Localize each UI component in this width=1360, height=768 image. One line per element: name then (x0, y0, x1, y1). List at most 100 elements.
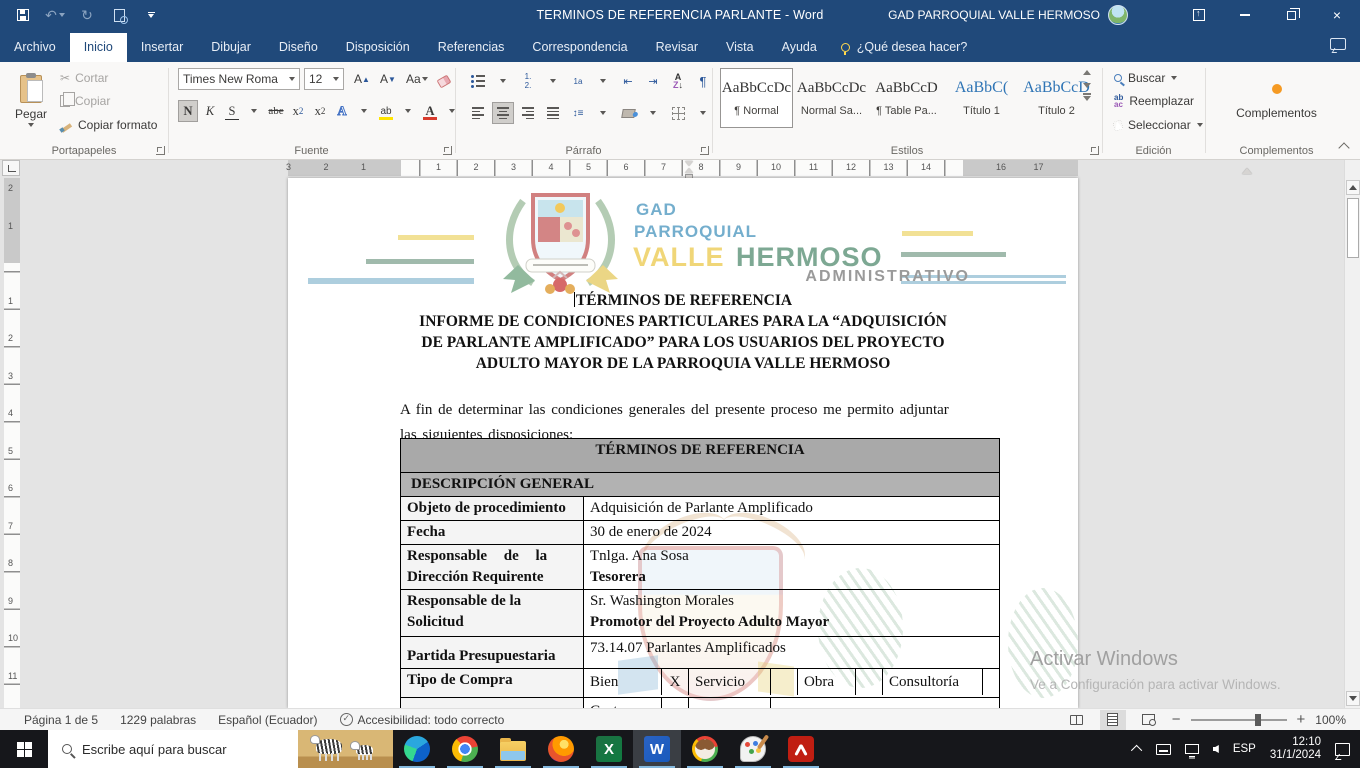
language-indicator[interactable]: Español (Ecuador) (207, 713, 328, 727)
tab-correspondencia[interactable]: Correspondencia (518, 33, 641, 62)
taskbar-excel[interactable]: X (585, 730, 633, 768)
cut-button[interactable]: ✂ Cortar (60, 70, 108, 86)
font-color-button[interactable]: A (420, 100, 440, 122)
tab-inicio[interactable]: Inicio (70, 33, 127, 62)
zoom-level[interactable]: 100% (1315, 713, 1346, 727)
restore-button[interactable] (1268, 0, 1314, 30)
scroll-down-button[interactable] (1346, 691, 1360, 706)
underline-button[interactable]: S (222, 100, 242, 122)
bold-button[interactable]: N (178, 100, 198, 122)
taskbar-firefox[interactable] (537, 730, 585, 768)
tray-expand-icon[interactable] (1131, 745, 1142, 756)
search-daily-image[interactable] (298, 730, 393, 768)
taskbar-chrome[interactable] (441, 730, 489, 768)
dialog-launcher-icon[interactable] (700, 146, 709, 155)
copy-button[interactable]: Copiar (60, 93, 110, 109)
tab-vista[interactable]: Vista (712, 33, 768, 62)
replace-button[interactable]: abac Reemplazar (1114, 94, 1194, 108)
select-button[interactable]: Seleccionar (1114, 118, 1203, 132)
style-normal[interactable]: AaBbCcDc ¶ Normal (720, 68, 793, 128)
tab-referencias[interactable]: Referencias (424, 33, 519, 62)
superscript-button[interactable]: x2 (310, 100, 330, 122)
taskbar-paint[interactable] (729, 730, 777, 768)
zoom-slider[interactable] (1191, 719, 1287, 721)
increase-indent-button[interactable]: ⇥ (642, 70, 664, 92)
borders-button[interactable] (667, 102, 689, 124)
text-effects-button[interactable]: A (332, 100, 352, 122)
multilevel-list-button[interactable]: 1a (567, 70, 589, 92)
shading-dropdown[interactable] (642, 102, 664, 124)
account-area[interactable]: GAD PARROQUIAL VALLE HERMOSO (888, 0, 1128, 30)
justify-button[interactable] (542, 102, 564, 124)
scroll-up-icon[interactable] (1083, 70, 1091, 75)
tab-dibujar[interactable]: Dibujar (197, 33, 265, 62)
bullets-dropdown[interactable] (492, 70, 514, 92)
format-painter-button[interactable]: Copiar formato (60, 117, 157, 133)
subscript-button[interactable]: x2 (288, 100, 308, 122)
numbering-dropdown[interactable] (542, 70, 564, 92)
zoom-slider-thumb[interactable] (1255, 714, 1261, 726)
shading-button[interactable] (617, 102, 639, 124)
accessibility-status[interactable]: Accesibilidad: todo correcto (329, 713, 516, 727)
language-badge[interactable]: ESP (1233, 743, 1256, 755)
highlight-dropdown[interactable] (398, 100, 418, 122)
word-count[interactable]: 1229 palabras (109, 713, 207, 727)
avatar[interactable] (1108, 5, 1128, 25)
style-table-pa[interactable]: AaBbCcD ¶ Table Pa... (870, 68, 943, 128)
multilevel-dropdown[interactable] (592, 70, 614, 92)
taskbar-search[interactable]: Escribe aquí para buscar (48, 730, 393, 768)
italic-button[interactable]: K (200, 100, 220, 122)
paste-button[interactable]: Pegar (8, 67, 54, 141)
line-spacing-dropdown[interactable] (592, 102, 614, 124)
web-layout-button[interactable] (1136, 710, 1162, 730)
print-layout-button[interactable] (1100, 710, 1126, 730)
redo-button[interactable]: ↻ (78, 6, 96, 24)
font-size-combo[interactable]: 12 (304, 68, 344, 90)
page-indicator[interactable]: Página 1 de 5 (0, 713, 109, 727)
comments-icon[interactable] (1330, 38, 1346, 50)
tab-insertar[interactable]: Insertar (127, 33, 197, 62)
close-button[interactable]: × (1314, 0, 1360, 30)
underline-dropdown[interactable] (244, 100, 264, 122)
style-normal-sa[interactable]: AaBbCcDc Normal Sa... (795, 68, 868, 128)
network-icon[interactable] (1185, 744, 1199, 754)
touch-keyboard-icon[interactable] (1156, 744, 1171, 755)
volume-icon[interactable] (1213, 745, 1219, 753)
addins-button[interactable]: Complementos (1205, 106, 1348, 120)
find-button[interactable]: Buscar (1114, 71, 1177, 85)
grow-font-button[interactable]: A▲ (350, 68, 374, 90)
align-left-button[interactable] (467, 102, 489, 124)
minimize-button[interactable] (1222, 0, 1268, 30)
clear-format-button[interactable] (434, 68, 454, 90)
clock[interactable]: 12:10 31/1/2024 (1270, 736, 1321, 762)
undo-button[interactable]: ↶ (46, 6, 64, 24)
tab-diseno[interactable]: Diseño (265, 33, 332, 62)
dialog-launcher-icon[interactable] (1090, 146, 1099, 155)
notification-center-icon[interactable] (1335, 743, 1350, 756)
taskbar-edge[interactable] (393, 730, 441, 768)
ribbon-display-options-button[interactable] (1176, 0, 1222, 30)
gallery-more-icon[interactable] (1083, 96, 1091, 101)
scrollbar-thumb[interactable] (1347, 198, 1359, 258)
shrink-font-button[interactable]: A▼ (376, 68, 400, 90)
highlight-button[interactable]: ab (376, 100, 396, 122)
borders-dropdown[interactable] (692, 102, 714, 124)
tab-stop-selector[interactable] (2, 160, 20, 176)
align-right-button[interactable] (517, 102, 539, 124)
change-case-button[interactable]: Aa (402, 68, 432, 90)
font-name-combo[interactable]: Times New Roma (178, 68, 300, 90)
strikethrough-button[interactable]: abe (266, 100, 286, 122)
save-button[interactable] (14, 6, 32, 24)
collapse-ribbon-icon[interactable] (1340, 141, 1350, 151)
taskbar-word[interactable]: W (633, 730, 681, 768)
tab-archivo[interactable]: Archivo (0, 33, 70, 62)
customize-qat-button[interactable] (142, 6, 160, 24)
read-mode-button[interactable] (1064, 710, 1090, 730)
tab-revisar[interactable]: Revisar (642, 33, 712, 62)
style-titulo1[interactable]: AaBbC( Título 1 (945, 68, 1018, 128)
taskbar-chrome-profile[interactable] (681, 730, 729, 768)
numbering-button[interactable]: 1.2. (517, 70, 539, 92)
vertical-scrollbar[interactable] (1344, 160, 1360, 708)
start-button[interactable] (0, 730, 48, 768)
tab-disposicion[interactable]: Disposición (332, 33, 424, 62)
